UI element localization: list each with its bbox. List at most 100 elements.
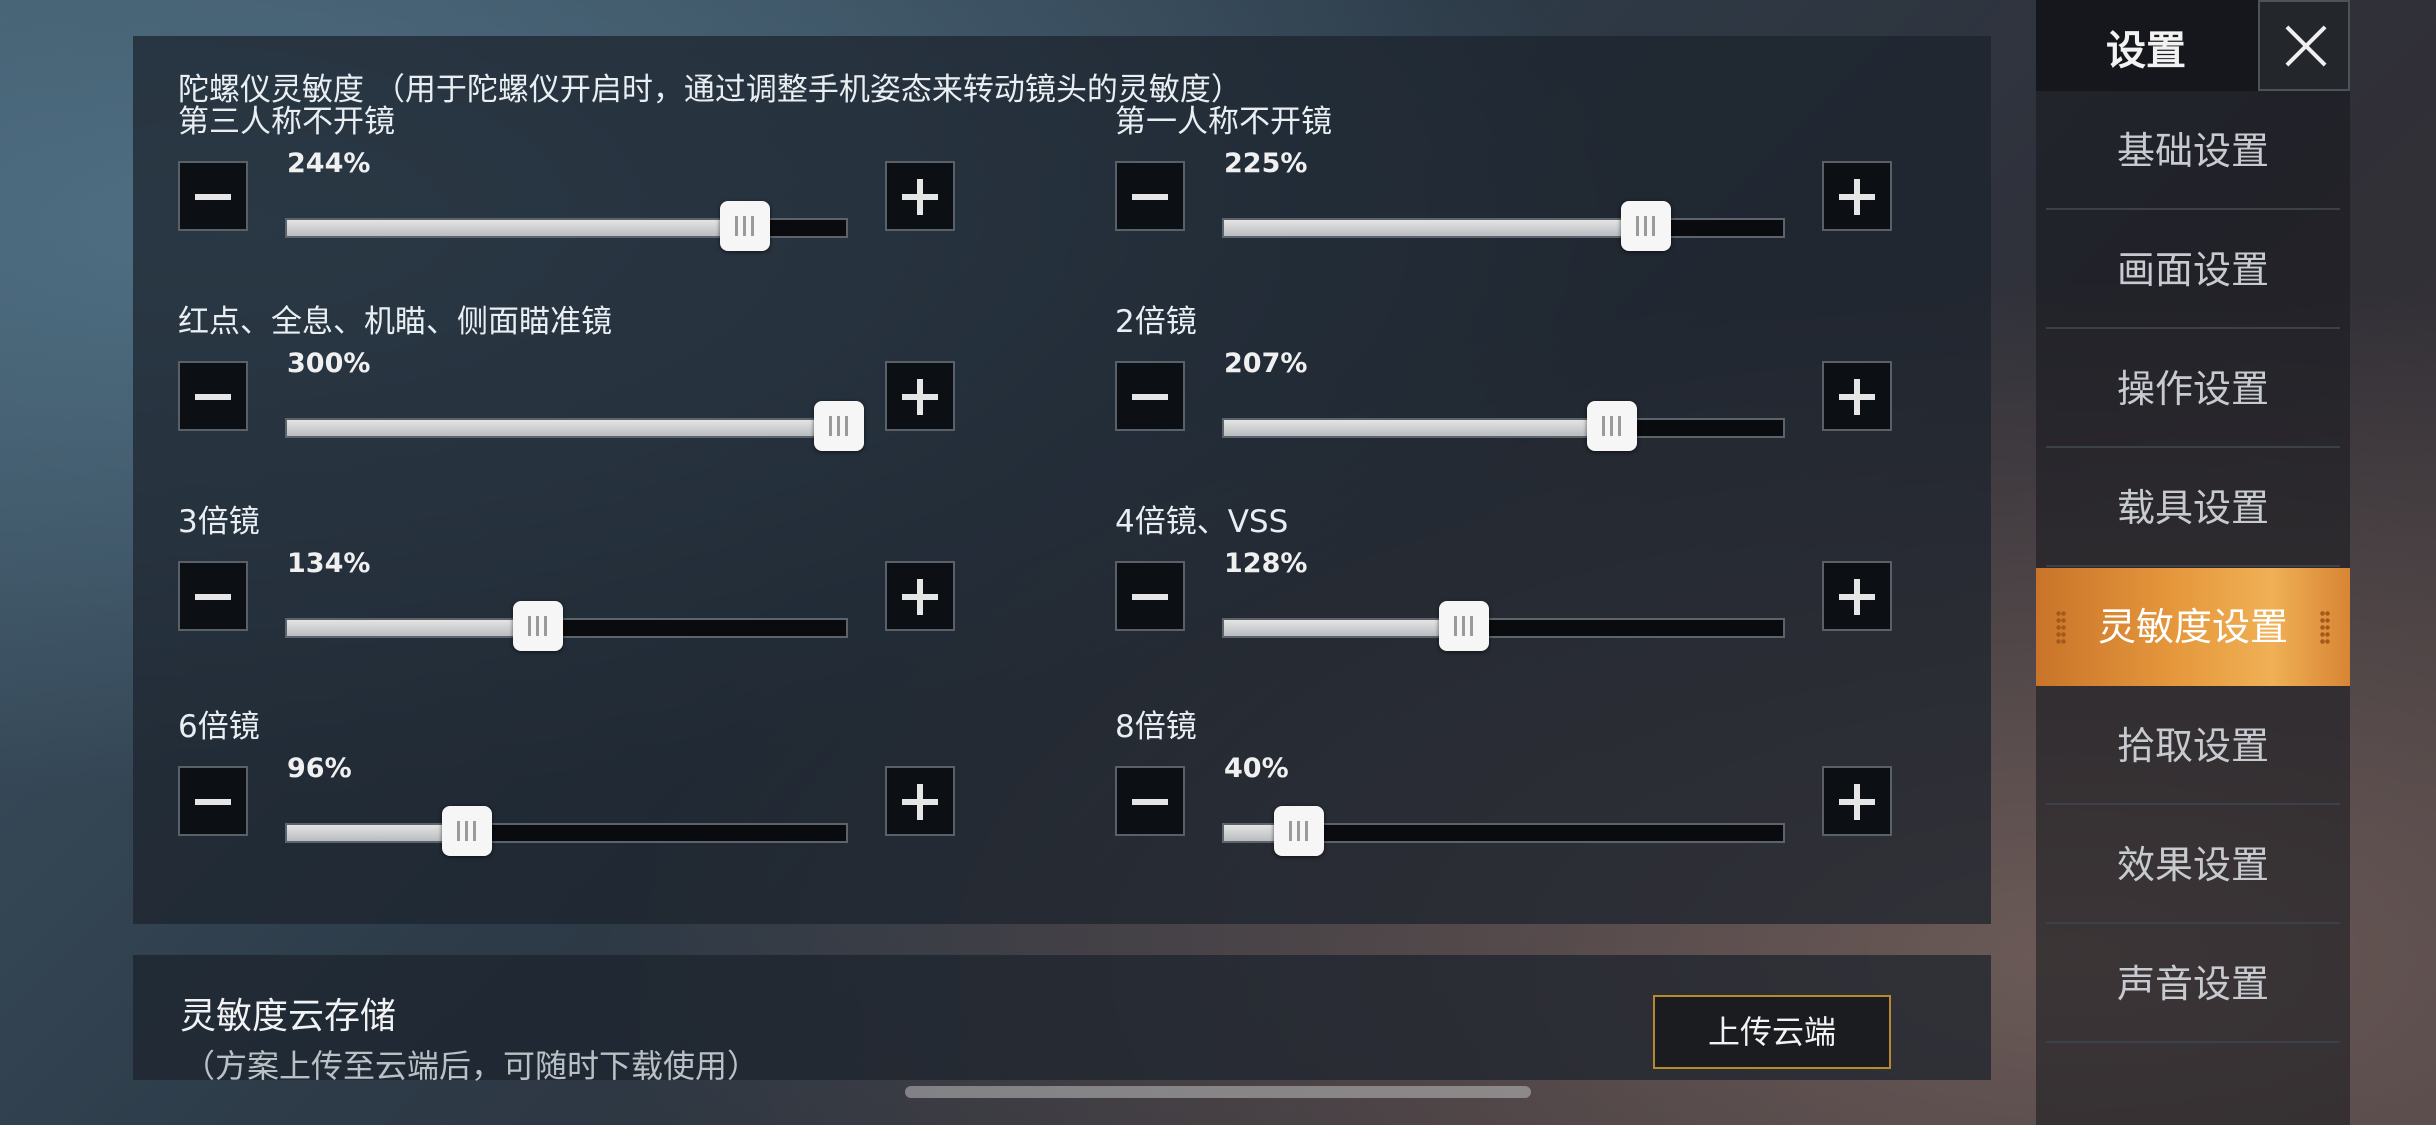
decrease-button[interactable] <box>178 561 248 631</box>
plus-icon-stroke <box>1854 379 1860 415</box>
slider-value: 207% <box>1224 348 1308 379</box>
slider-value: 96% <box>287 753 352 784</box>
increase-button[interactable] <box>885 161 955 231</box>
increase-button[interactable] <box>1822 561 1892 631</box>
minus-icon <box>195 394 231 400</box>
settings-sidebar: 设置 基础设置画面设置操作设置载具设置灵敏度设置 拾取设置效果设置声音设置 <box>2036 0 2350 1125</box>
slider-label: 第三人称不开镜 <box>178 104 395 140</box>
slider-value: 40% <box>1224 753 1289 784</box>
slider-label: 3倍镜 <box>178 504 260 540</box>
close-button[interactable] <box>2258 0 2350 91</box>
minus-icon <box>195 594 231 600</box>
slider-value: 225% <box>1224 148 1308 179</box>
home-indicator[interactable] <box>905 1086 1531 1098</box>
increase-button[interactable] <box>885 766 955 836</box>
grip-line <box>837 416 840 436</box>
slider-fill <box>1224 620 1463 636</box>
decrease-button[interactable] <box>1115 161 1185 231</box>
slider-track[interactable] <box>1222 601 1785 651</box>
cloud-storage-panel: 灵敏度云存储 （方案上传至云端后，可随时下载使用） 上传云端 <box>133 955 1991 1085</box>
slider-track[interactable] <box>1222 401 1785 451</box>
grip-line <box>1454 616 1458 636</box>
grip-line <box>1644 216 1648 236</box>
slider-label: 红点、全息、机瞄、侧面瞄准镜 <box>178 304 612 340</box>
grip-line <box>473 821 477 841</box>
sidebar-item-label: 效果设置 <box>2116 843 2269 887</box>
sidebar-header: 设置 <box>2036 0 2350 91</box>
plus-icon-stroke <box>917 179 923 215</box>
gyro-sensitivity-panel: 陀螺仪灵敏度 （用于陀螺仪开启时，通过调整手机姿态来转动镜头的灵敏度） 第三人称… <box>133 36 1991 924</box>
sensitivity-slider-row: 8倍镜 40% <box>1070 701 1892 871</box>
slider-track[interactable] <box>285 806 848 856</box>
decrease-button[interactable] <box>1115 766 1185 836</box>
sidebar-item[interactable]: 灵敏度设置 <box>2036 568 2350 686</box>
grip-line <box>742 216 746 236</box>
slider-label: 6倍镜 <box>178 709 260 745</box>
slider-thumb[interactable] <box>513 601 564 651</box>
sidebar-item-label: 基础设置 <box>2116 129 2269 173</box>
decrease-button[interactable] <box>1115 361 1185 431</box>
slider-thumb[interactable] <box>719 201 770 251</box>
plus-icon-stroke <box>917 379 923 415</box>
grip-line <box>1462 616 1466 636</box>
sensitivity-slider-row: 3倍镜 134% <box>133 496 955 666</box>
sidebar-item-label: 声音设置 <box>2116 962 2269 1006</box>
slider-thumb[interactable] <box>814 401 864 451</box>
grip-line <box>829 416 832 436</box>
sidebar-item-label: 载具设置 <box>2116 486 2269 530</box>
decrease-button[interactable] <box>178 161 248 231</box>
grip-line <box>1602 416 1606 436</box>
slider-thumb[interactable] <box>1587 401 1638 451</box>
slider-thumb[interactable] <box>1274 806 1325 856</box>
decrease-button[interactable] <box>178 361 248 431</box>
sensitivity-slider-row: 6倍镜 96% <box>133 701 955 871</box>
cloud-subtitle: （方案上传至云端后，可随时下载使用） <box>183 1047 760 1085</box>
sidebar-item[interactable]: 操作设置 <box>2046 330 2340 448</box>
slider-track[interactable] <box>285 401 864 451</box>
slider-thumb[interactable] <box>1439 601 1490 651</box>
decrease-button[interactable] <box>1115 561 1185 631</box>
sensitivity-slider-row: 第一人称不开镜 225% <box>1070 96 1892 266</box>
decrease-button[interactable] <box>178 766 248 836</box>
grip-line <box>536 616 540 636</box>
increase-button[interactable] <box>885 561 955 631</box>
sidebar-item[interactable]: 效果设置 <box>2046 806 2340 924</box>
slider-thumb[interactable] <box>442 806 493 856</box>
slider-track[interactable] <box>285 601 848 651</box>
increase-button[interactable] <box>1822 361 1892 431</box>
sidebar-item[interactable]: 载具设置 <box>2046 449 2340 567</box>
grip-line <box>457 821 461 841</box>
increase-button[interactable] <box>1822 161 1892 231</box>
sidebar-item-label: 操作设置 <box>2116 367 2269 411</box>
plus-icon-stroke <box>917 579 923 615</box>
slider-label: 2倍镜 <box>1115 304 1197 340</box>
sidebar-item[interactable]: 拾取设置 <box>2046 687 2340 805</box>
increase-button[interactable] <box>885 361 955 431</box>
cloud-title: 灵敏度云存储 <box>180 996 397 1037</box>
increase-button[interactable] <box>1822 766 1892 836</box>
slider-track[interactable] <box>285 201 848 251</box>
grip-line <box>465 821 469 841</box>
grip-line <box>1636 216 1640 236</box>
slider-value: 128% <box>1224 548 1308 579</box>
grip-line <box>1297 821 1301 841</box>
grip-line <box>734 216 738 236</box>
sidebar-item[interactable]: 画面设置 <box>2046 211 2340 329</box>
minus-icon <box>1132 394 1168 400</box>
grip-line <box>528 616 532 636</box>
sidebar-title: 设置 <box>2106 28 2186 74</box>
slider-thumb[interactable] <box>1621 201 1672 251</box>
plus-icon-stroke <box>1854 179 1860 215</box>
grip-line <box>1305 821 1309 841</box>
slider-track[interactable] <box>1222 201 1785 251</box>
plus-icon-stroke <box>1854 579 1860 615</box>
slider-track[interactable] <box>1222 806 1785 856</box>
upload-cloud-button[interactable]: 上传云端 <box>1653 995 1891 1069</box>
sidebar-item[interactable]: 基础设置 <box>2046 92 2340 210</box>
sidebar-item[interactable]: 声音设置 <box>2046 925 2340 1043</box>
grip-line <box>1618 416 1622 436</box>
grip-line <box>1289 821 1293 841</box>
minus-icon <box>1132 594 1168 600</box>
slider-value: 300% <box>287 348 371 379</box>
minus-icon <box>1132 799 1168 805</box>
